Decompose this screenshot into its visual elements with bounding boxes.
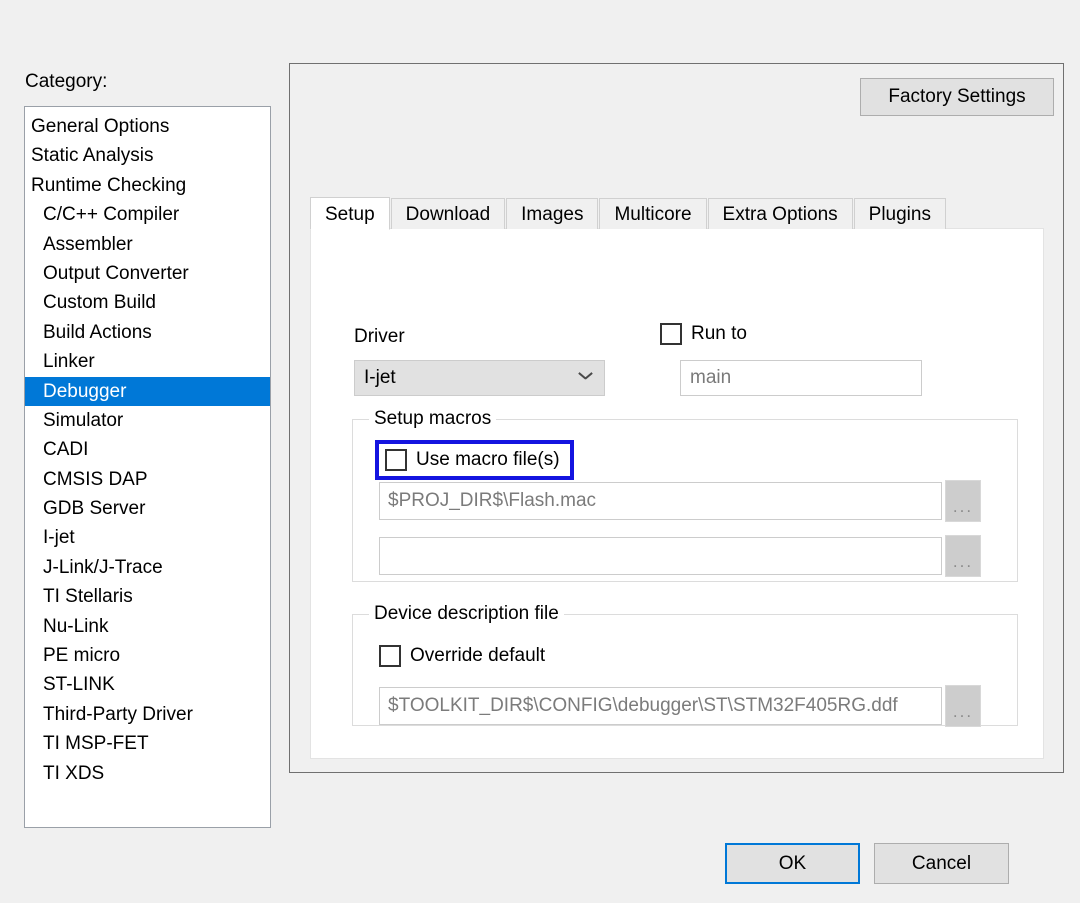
sidebar-item-gdb-server[interactable]: GDB Server <box>25 494 270 523</box>
sidebar-item-pe-micro[interactable]: PE micro <box>25 641 270 670</box>
ok-button[interactable]: OK <box>725 843 860 884</box>
ellipsis-icon: ... <box>952 702 974 721</box>
category-label: Category: <box>25 71 108 92</box>
sidebar-item-runtime-checking[interactable]: Runtime Checking <box>25 171 270 200</box>
driver-selected-value: I-jet <box>364 367 396 388</box>
device-description-group: Device description file Override default… <box>352 603 1018 727</box>
tab-images[interactable]: Images <box>506 198 599 229</box>
ellipsis-icon: ... <box>952 497 974 516</box>
run-to-label: Run to <box>691 323 747 344</box>
tab-setup[interactable]: Setup <box>310 197 390 230</box>
ellipsis-icon: ... <box>952 552 974 571</box>
use-macro-files-checkbox[interactable] <box>385 449 407 471</box>
run-to-checkbox[interactable] <box>660 323 682 345</box>
sidebar-item-nu-link[interactable]: Nu-Link <box>25 612 270 641</box>
sidebar-item-custom-build[interactable]: Custom Build <box>25 288 270 317</box>
category-list[interactable]: General Options Static Analysis Runtime Ch… <box>24 106 271 828</box>
factory-settings-button[interactable]: Factory Settings <box>860 78 1054 116</box>
setup-macros-title: Setup macros <box>369 408 497 430</box>
sidebar-item-general-options[interactable]: General Options <box>25 112 270 141</box>
sidebar-item-st-link[interactable]: ST-LINK <box>25 670 270 699</box>
sidebar-item-cadi[interactable]: CADI <box>25 435 270 464</box>
override-default-label: Override default <box>410 645 546 666</box>
sidebar-item-c-c-compiler[interactable]: C/C++ Compiler <box>25 200 270 229</box>
use-macro-files-checkbox-row[interactable]: Use macro file(s) <box>375 440 574 480</box>
tab-extra-options[interactable]: Extra Options <box>707 198 853 229</box>
sidebar-item-ti-xds[interactable]: TI XDS <box>25 759 270 788</box>
sidebar-item-ti-msp-fet[interactable]: TI MSP-FET <box>25 729 270 758</box>
tab-strip: Setup Download Images Multicore Extra Option… <box>310 196 947 230</box>
device-description-browse-button[interactable]: ... <box>945 685 981 727</box>
macro-file-1-browse-button[interactable]: ... <box>945 480 981 522</box>
tab-multicore[interactable]: Multicore <box>599 198 707 229</box>
tab-plugins[interactable]: Plugins <box>853 198 946 229</box>
chevron-down-icon <box>579 372 592 380</box>
run-to-checkbox-row[interactable]: Run to <box>660 323 747 345</box>
cancel-button[interactable]: Cancel <box>874 843 1009 884</box>
sidebar-item-ti-stellaris[interactable]: TI Stellaris <box>25 582 270 611</box>
sidebar-item-assembler[interactable]: Assembler <box>25 230 270 259</box>
sidebar-item-build-actions[interactable]: Build Actions <box>25 318 270 347</box>
options-panel: Factory Settings Setup Download Images Mult… <box>289 63 1064 773</box>
sidebar-item-third-party-driver[interactable]: Third-Party Driver <box>25 700 270 729</box>
sidebar-item-output-converter[interactable]: Output Converter <box>25 259 270 288</box>
driver-select[interactable]: I-jet <box>354 360 605 396</box>
device-description-title: Device description file <box>369 603 564 625</box>
sidebar-item-j-link-j-trace[interactable]: J-Link/J-Trace <box>25 553 270 582</box>
sidebar-item-simulator[interactable]: Simulator <box>25 406 270 435</box>
macro-file-2-input[interactable] <box>379 537 942 575</box>
macro-file-1-input[interactable] <box>379 482 942 520</box>
sidebar-item-i-jet[interactable]: I-jet <box>25 523 270 552</box>
setup-tab-panel: Driver I-jet Run to Setup macros Use mac… <box>310 228 1044 759</box>
override-default-checkbox-row[interactable]: Override default <box>379 645 545 667</box>
macro-file-2-browse-button[interactable]: ... <box>945 535 981 577</box>
driver-label: Driver <box>354 326 405 347</box>
override-default-checkbox[interactable] <box>379 645 401 667</box>
device-description-path-input[interactable] <box>379 687 942 725</box>
use-macro-files-label: Use macro file(s) <box>416 449 560 470</box>
run-to-input[interactable] <box>680 360 922 396</box>
tab-download[interactable]: Download <box>390 198 506 229</box>
sidebar-item-static-analysis[interactable]: Static Analysis <box>25 141 270 170</box>
sidebar-item-debugger[interactable]: Debugger <box>25 376 270 406</box>
setup-macros-group: Setup macros Use macro file(s) ... ... <box>352 408 1018 582</box>
sidebar-item-cmsis-dap[interactable]: CMSIS DAP <box>25 465 270 494</box>
sidebar-item-linker[interactable]: Linker <box>25 347 270 376</box>
